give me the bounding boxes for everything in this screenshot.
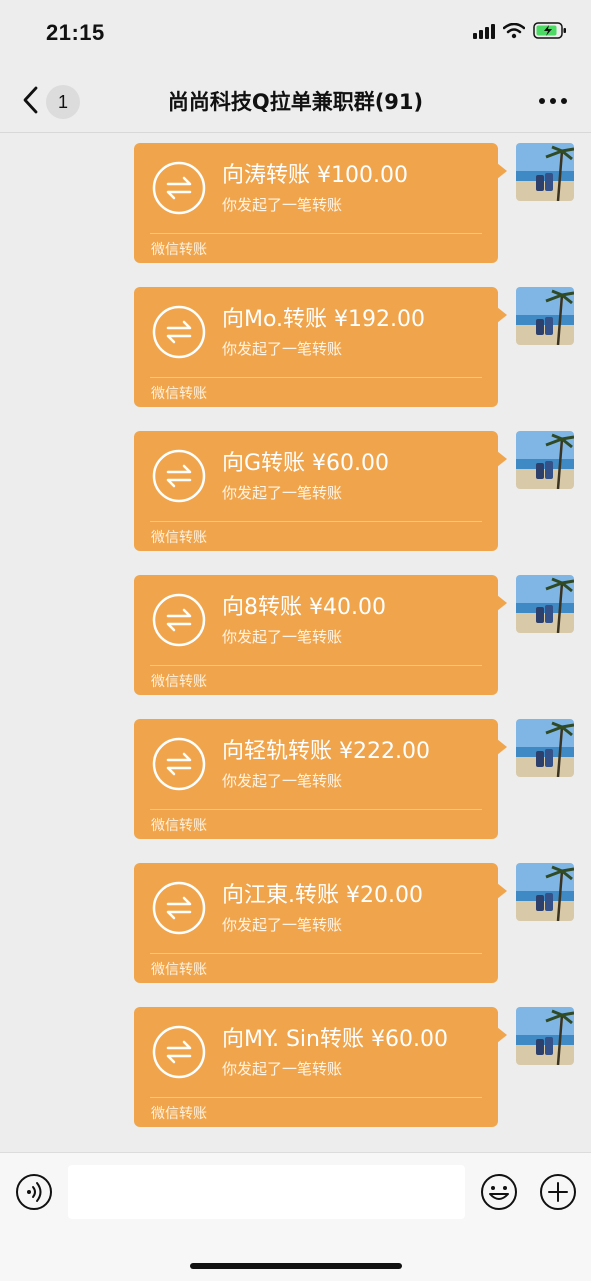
transfer-status: 你发起了一笔转账 xyxy=(222,772,343,790)
avatar[interactable] xyxy=(516,431,574,489)
avatar[interactable] xyxy=(516,575,574,633)
avatar[interactable] xyxy=(516,287,574,345)
wifi-icon xyxy=(503,22,525,38)
input-bar xyxy=(0,1152,591,1281)
signal-icon xyxy=(473,23,495,39)
transfer-source: 微信转账 xyxy=(151,1106,207,1122)
transfer-message: 向涛转账 ¥100.00 你发起了一笔转账 微信转账 xyxy=(0,133,591,263)
home-indicator[interactable] xyxy=(190,1263,402,1269)
transfer-icon xyxy=(152,1025,206,1079)
transfer-message: 向MY. Sin转账 ¥60.00 你发起了一笔转账 微信转账 xyxy=(0,997,591,1127)
chat-header: 1 尚尚科技Q拉单兼职群(91) xyxy=(0,70,591,133)
transfer-message: 向轻轨转账 ¥222.00 你发起了一笔转账 微信转账 xyxy=(0,709,591,839)
back-arrow-icon[interactable] xyxy=(20,84,42,116)
divider xyxy=(150,521,482,522)
status-time: 21:15 xyxy=(46,20,105,45)
transfer-card[interactable]: 向G转账 ¥60.00 你发起了一笔转账 微信转账 xyxy=(134,431,507,551)
transfer-amount: 向8转账 ¥40.00 xyxy=(222,595,386,620)
transfer-message: 向8转账 ¥40.00 你发起了一笔转账 微信转账 xyxy=(0,565,591,695)
transfer-source: 微信转账 xyxy=(151,674,207,690)
avatar[interactable] xyxy=(516,1007,574,1065)
battery-icon xyxy=(533,22,566,39)
divider xyxy=(150,233,482,234)
unread-count-badge[interactable]: 1 xyxy=(46,85,80,119)
transfer-status: 你发起了一笔转账 xyxy=(222,484,343,502)
transfer-icon xyxy=(152,881,206,935)
transfer-message: 向Mo.转账 ¥192.00 你发起了一笔转账 微信转账 xyxy=(0,277,591,407)
transfer-card[interactable]: 向MY. Sin转账 ¥60.00 你发起了一笔转账 微信转账 xyxy=(134,1007,507,1127)
transfer-amount: 向G转账 ¥60.00 xyxy=(222,451,390,476)
transfer-message: 向G转账 ¥60.00 你发起了一笔转账 微信转账 xyxy=(0,421,591,551)
divider xyxy=(150,665,482,666)
transfer-icon xyxy=(152,737,206,791)
transfer-source: 微信转账 xyxy=(151,530,207,546)
transfer-card[interactable]: 向涛转账 ¥100.00 你发起了一笔转账 微信转账 xyxy=(134,143,507,263)
transfer-source: 微信转账 xyxy=(151,242,207,258)
transfer-amount: 向涛转账 ¥100.00 xyxy=(222,163,408,188)
plus-icon[interactable] xyxy=(539,1173,577,1211)
transfer-status: 你发起了一笔转账 xyxy=(222,340,343,358)
transfer-card[interactable]: 向江東.转账 ¥20.00 你发起了一笔转账 微信转账 xyxy=(134,863,507,983)
transfer-amount: 向Mo.转账 ¥192.00 xyxy=(222,307,426,332)
divider xyxy=(150,953,482,954)
transfer-status: 你发起了一笔转账 xyxy=(222,196,343,214)
transfer-amount: 向轻轨转账 ¥222.00 xyxy=(222,739,430,764)
transfer-amount: 向MY. Sin转账 ¥60.00 xyxy=(222,1027,448,1052)
transfer-source: 微信转账 xyxy=(151,386,207,402)
transfer-icon xyxy=(152,305,206,359)
transfer-source: 微信转账 xyxy=(151,962,207,978)
voice-icon[interactable] xyxy=(15,1173,53,1211)
status-bar: 21:15 xyxy=(0,0,591,70)
divider xyxy=(150,1097,482,1098)
status-icons xyxy=(473,22,567,39)
avatar[interactable] xyxy=(516,719,574,777)
emoji-icon[interactable] xyxy=(480,1173,518,1211)
transfer-card[interactable]: 向轻轨转账 ¥222.00 你发起了一笔转账 微信转账 xyxy=(134,719,507,839)
transfer-icon xyxy=(152,161,206,215)
divider xyxy=(150,377,482,378)
transfer-status: 你发起了一笔转账 xyxy=(222,628,343,646)
transfer-card[interactable]: 向Mo.转账 ¥192.00 你发起了一笔转账 微信转账 xyxy=(134,287,507,407)
more-icon[interactable] xyxy=(539,98,567,104)
transfer-icon xyxy=(152,449,206,503)
avatar[interactable] xyxy=(516,863,574,921)
transfer-icon xyxy=(152,593,206,647)
message-list[interactable]: 向涛转账 ¥100.00 你发起了一笔转账 微信转账 向Mo.转账 ¥192.0… xyxy=(0,133,591,1151)
transfer-message: 向江東.转账 ¥20.00 你发起了一笔转账 微信转账 xyxy=(0,853,591,983)
divider xyxy=(150,809,482,810)
transfer-source: 微信转账 xyxy=(151,818,207,834)
transfer-card[interactable]: 向8转账 ¥40.00 你发起了一笔转账 微信转账 xyxy=(134,575,507,695)
transfer-status: 你发起了一笔转账 xyxy=(222,1060,343,1078)
transfer-status: 你发起了一笔转账 xyxy=(222,916,343,934)
message-input[interactable] xyxy=(68,1165,465,1219)
chat-title: 尚尚科技Q拉单兼职群(91) xyxy=(167,90,424,114)
avatar[interactable] xyxy=(516,143,574,201)
transfer-amount: 向江東.转账 ¥20.00 xyxy=(222,883,423,908)
